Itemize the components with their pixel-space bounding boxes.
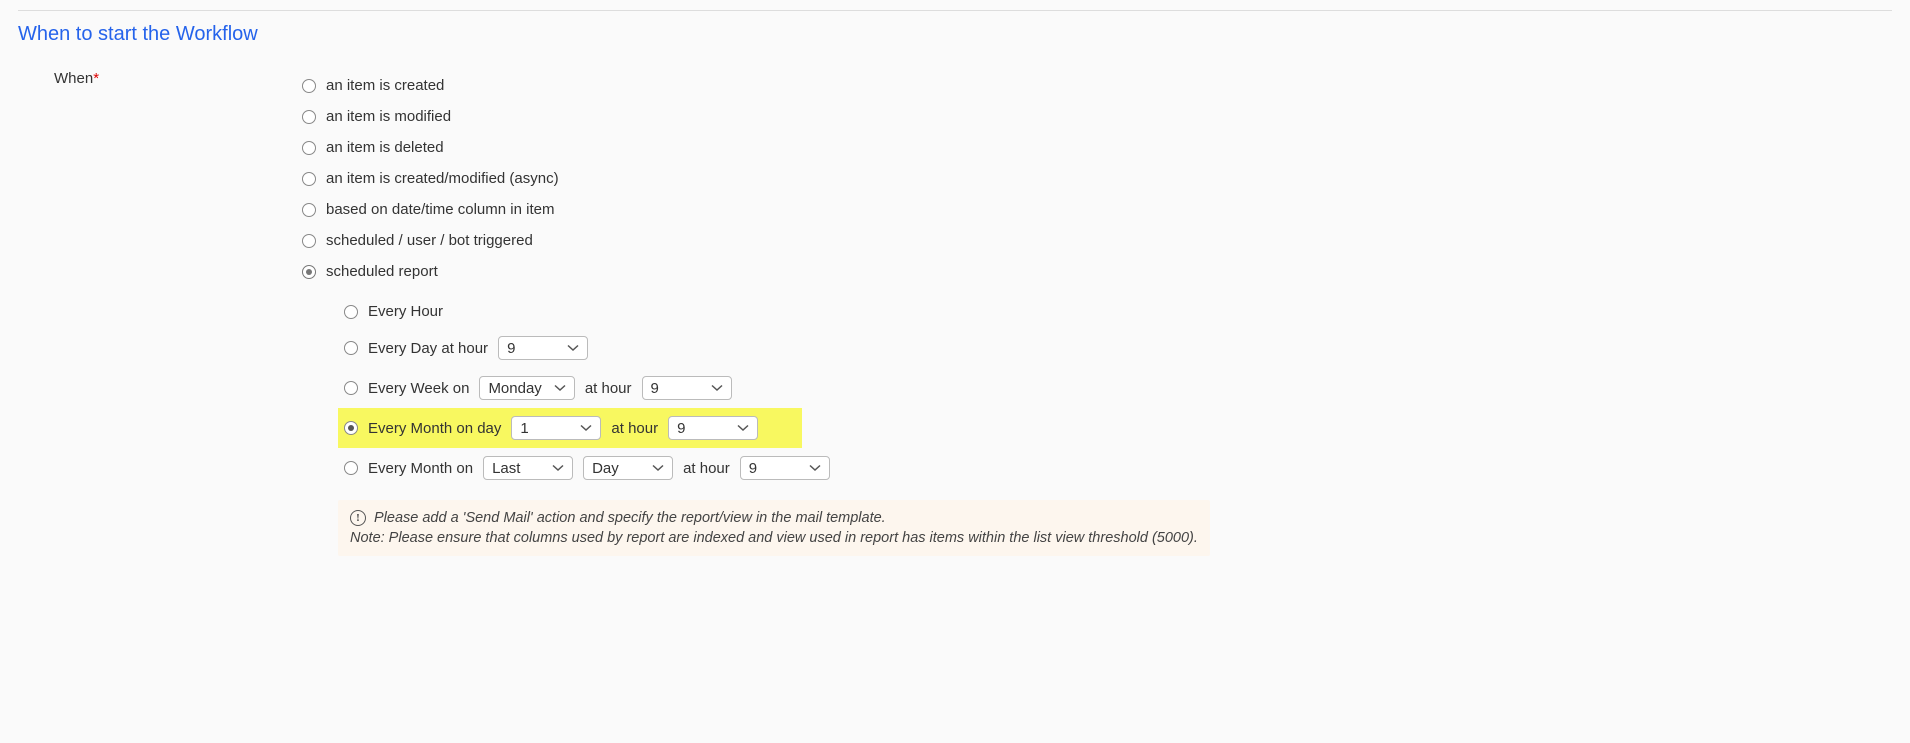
schedule-label: Every Month on — [368, 460, 473, 477]
select-month-day[interactable]: 1 — [511, 416, 601, 440]
section-title: When to start the Workflow — [18, 23, 1892, 46]
option-scheduled-user-bot[interactable]: scheduled / user / bot triggered — [302, 225, 1892, 256]
radio-icon — [302, 203, 316, 217]
schedule-sub-options: Every Hour Every Day at hour 9 Every Wee… — [338, 295, 1892, 556]
notice-text-1: Please add a 'Send Mail' action and spec… — [374, 510, 886, 526]
select-value: 1 — [520, 420, 528, 437]
chevron-down-icon — [567, 344, 579, 352]
chevron-down-icon — [737, 424, 749, 432]
radio-icon — [344, 341, 358, 355]
radio-icon — [302, 265, 316, 279]
chevron-down-icon — [652, 464, 664, 472]
radio-icon — [344, 305, 358, 319]
select-day-hour[interactable]: 9 — [498, 336, 588, 360]
select-value: 9 — [749, 460, 757, 477]
option-label: an item is created — [326, 77, 444, 94]
select-value: Last — [492, 460, 520, 477]
select-value: 9 — [677, 420, 685, 437]
radio-icon — [302, 172, 316, 186]
option-item-modified[interactable]: an item is modified — [302, 101, 1892, 132]
notice-text-2: Note: Please ensure that columns used by… — [350, 530, 1198, 546]
chevron-down-icon — [711, 384, 723, 392]
select-value: 9 — [651, 380, 659, 397]
notice-box: ! Please add a 'Send Mail' action and sp… — [338, 500, 1210, 556]
schedule-every-month-day[interactable]: Every Month on day 1 at hour 9 — [338, 408, 802, 448]
select-month-on-pos[interactable]: Last — [483, 456, 573, 480]
select-value: Monday — [488, 380, 541, 397]
option-scheduled-report[interactable]: scheduled report — [302, 256, 1892, 287]
select-month-day-hour[interactable]: 9 — [668, 416, 758, 440]
schedule-every-month-on[interactable]: Every Month on Last Day at hour 9 — [338, 448, 1892, 488]
notice-line-1: ! Please add a 'Send Mail' action and sp… — [350, 510, 1198, 526]
schedule-label: Every Week on — [368, 380, 469, 397]
radio-icon — [302, 234, 316, 248]
chevron-down-icon — [552, 464, 564, 472]
select-value: 9 — [507, 340, 515, 357]
when-row: When* an item is created an item is modi… — [18, 70, 1892, 556]
option-label: based on date/time column in item — [326, 201, 554, 218]
select-month-on-hour[interactable]: 9 — [740, 456, 830, 480]
chevron-down-icon — [554, 384, 566, 392]
option-item-created-modified-async[interactable]: an item is created/modified (async) — [302, 163, 1892, 194]
select-week-day[interactable]: Monday — [479, 376, 574, 400]
schedule-label: Every Day at hour — [368, 340, 488, 357]
radio-icon — [344, 421, 358, 435]
select-week-hour[interactable]: 9 — [642, 376, 732, 400]
option-item-deleted[interactable]: an item is deleted — [302, 132, 1892, 163]
schedule-label-mid: at hour — [611, 420, 658, 437]
warning-icon: ! — [350, 510, 366, 526]
when-options: an item is created an item is modified a… — [302, 70, 1892, 556]
radio-icon — [344, 461, 358, 475]
option-date-time-column[interactable]: based on date/time column in item — [302, 194, 1892, 225]
chevron-down-icon — [580, 424, 592, 432]
option-label: scheduled report — [326, 263, 438, 280]
option-label: an item is deleted — [326, 139, 444, 156]
radio-icon — [302, 110, 316, 124]
schedule-every-week[interactable]: Every Week on Monday at hour 9 — [338, 368, 1892, 408]
when-label-text: When — [54, 70, 93, 87]
chevron-down-icon — [809, 464, 821, 472]
select-month-on-day[interactable]: Day — [583, 456, 673, 480]
when-label: When* — [18, 70, 278, 87]
schedule-label: Every Hour — [368, 303, 443, 320]
option-label: an item is modified — [326, 108, 451, 125]
option-label: an item is created/modified (async) — [326, 170, 559, 187]
radio-icon — [302, 79, 316, 93]
option-item-created[interactable]: an item is created — [302, 70, 1892, 101]
schedule-label-mid: at hour — [683, 460, 730, 477]
schedule-every-hour[interactable]: Every Hour — [338, 295, 1892, 328]
top-divider — [18, 10, 1892, 11]
radio-icon — [302, 141, 316, 155]
schedule-label: Every Month on day — [368, 420, 501, 437]
radio-icon — [344, 381, 358, 395]
option-label: scheduled / user / bot triggered — [326, 232, 533, 249]
schedule-every-day[interactable]: Every Day at hour 9 — [338, 328, 1892, 368]
required-marker: * — [93, 70, 99, 87]
schedule-label-mid: at hour — [585, 380, 632, 397]
select-value: Day — [592, 460, 619, 477]
